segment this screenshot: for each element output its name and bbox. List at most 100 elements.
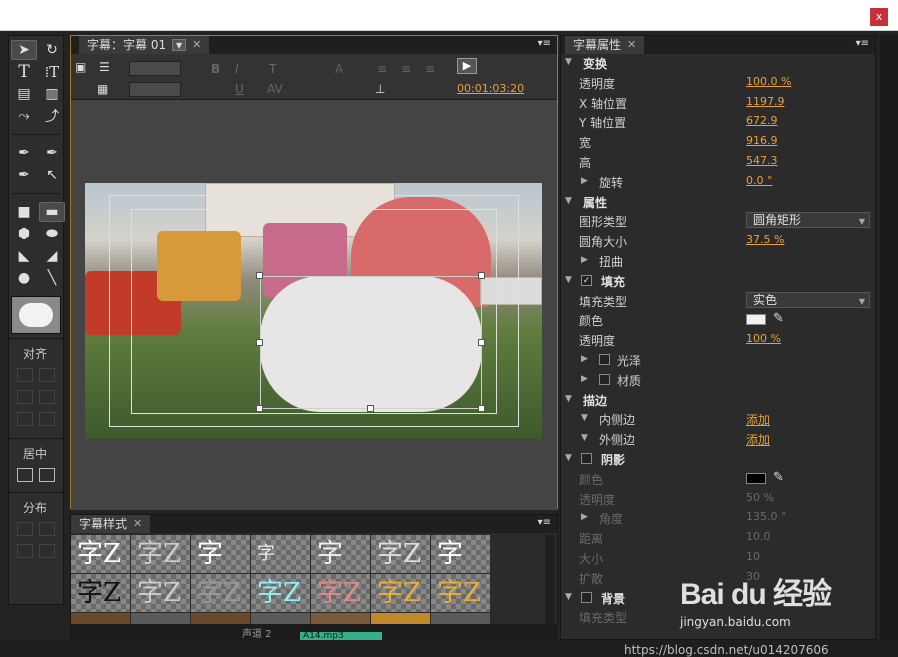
vertical-type-tool-icon[interactable]: ⁞T [39,62,65,82]
vertical-path-type-tool-icon[interactable]: ⤴ [39,106,65,126]
style-swatch[interactable]: 字Z [371,535,430,573]
eyedropper-icon[interactable]: ✎ [773,470,784,485]
distribute-vcenter-icon[interactable] [39,544,55,558]
styles-tab[interactable]: 字幕样式 ✕ [71,515,151,533]
expand-arrow-icon[interactable]: ▼ [565,57,572,67]
resize-handle[interactable] [478,405,485,412]
transform-opacity-value[interactable]: 100.0 % [746,75,791,88]
resize-handle[interactable] [478,272,485,279]
expand-arrow-icon[interactable]: ▼ [565,394,572,404]
distribute-left-icon[interactable] [17,522,33,536]
expand-arrow-icon[interactable]: ▼ [565,196,572,206]
font-size-icon[interactable]: T [269,62,276,76]
add-outer-stroke-link[interactable]: 添加 [746,431,770,448]
bold-icon[interactable]: B [211,62,220,76]
close-tab-icon[interactable]: ✕ [627,36,636,54]
distribute-hcenter-icon[interactable] [17,544,33,558]
transform-header[interactable]: ▼ 变换 [561,53,877,73]
align-right-text-icon[interactable]: ≡ [425,62,435,76]
style-swatch[interactable]: 字Z [311,574,370,612]
shadow-angle-value[interactable]: 135.0 ° [746,510,787,523]
delete-anchor-tool-icon[interactable]: ✒ [39,143,65,163]
line-tool-icon[interactable]: ╲ [39,268,65,288]
props-tab[interactable]: 字幕属性 ✕ [565,36,645,54]
tab-stops-icon[interactable]: ⊥ [375,82,385,96]
expand-arrow-icon[interactable]: ▶ [581,512,588,522]
style-swatch[interactable]: 字Z [371,574,430,612]
audio-clip[interactable]: A14.mp3 [300,632,382,641]
strokes-header[interactable]: ▼ 描边 [561,390,877,410]
convert-anchor-tool-icon[interactable]: ↖ [39,165,65,185]
title-select-dropdown-icon[interactable]: ▼ [172,39,187,51]
eyedropper-icon[interactable]: ✎ [773,311,784,326]
expand-arrow-icon[interactable]: ▼ [565,453,572,463]
fill-header[interactable]: ▼ ✓ 填充 [561,271,877,291]
expand-arrow-icon[interactable]: ▼ [581,433,588,443]
texture-checkbox[interactable] [599,373,610,385]
style-swatch[interactable]: 字 [191,535,250,573]
expand-arrow-icon[interactable]: ▶ [581,354,588,364]
style-swatch[interactable]: 字Z [431,574,490,612]
panel-menu-icon[interactable]: ▾≡ [538,38,551,49]
fill-color-swatch[interactable] [746,314,766,326]
corner-size-value[interactable]: 37.5 % [746,233,784,246]
style-swatch[interactable]: 字Z [131,574,190,612]
expand-arrow-icon[interactable]: ▶ [581,176,588,186]
align-left-text-icon[interactable]: ≡ [377,62,387,76]
wedge-tool-icon[interactable]: ◣ [11,246,37,266]
style-swatch[interactable]: 字Z [71,535,130,573]
area-type-tool-icon[interactable]: ▤ [11,84,37,104]
shadow-color-swatch[interactable] [746,472,766,484]
font-family-select[interactable] [129,61,181,76]
style-swatch[interactable]: 字Z [131,535,190,573]
style-swatch[interactable]: 字Z [191,574,250,612]
selection-tool-icon[interactable]: ➤ [11,40,37,60]
align-center-text-icon[interactable]: ≡ [401,62,411,76]
resize-handle[interactable] [478,339,485,346]
rotation-value[interactable]: 0.0 ° [746,174,773,187]
font-style-select[interactable] [129,82,181,97]
italic-icon[interactable]: I [235,62,239,76]
title-canvas[interactable] [71,100,557,510]
add-inner-stroke-link[interactable]: 添加 [746,411,770,428]
background-checkbox[interactable] [581,591,592,603]
sheen-checkbox[interactable] [599,353,610,365]
align-right-icon[interactable] [17,412,33,426]
align-vcenter-icon[interactable] [39,390,55,404]
expand-arrow-icon[interactable]: ▶ [581,374,588,384]
fill-opacity-value[interactable]: 100 % [746,332,781,345]
y-position-value[interactable]: 672.9 [746,114,778,127]
background-video-timecode[interactable]: 00:01:03:20 [457,82,524,95]
new-title-icon[interactable]: ▣ [75,60,86,74]
properties-header[interactable]: ▼ 属性 [561,192,877,212]
resize-handle[interactable] [256,405,263,412]
shape-type-select[interactable]: 圆角矩形 ▼ [746,212,870,229]
resize-handle[interactable] [367,405,374,412]
style-swatch[interactable]: 字 [311,535,370,573]
style-swatch[interactable]: 字 [431,535,490,573]
shadow-checkbox[interactable] [581,452,592,464]
rotation-tool-icon[interactable]: ↻ [39,40,65,60]
arc-tool-icon[interactable]: ◢ [39,246,65,266]
center-horizontal-icon[interactable] [17,468,33,482]
style-swatch[interactable]: 字Z [71,574,130,612]
shadow-size-value[interactable]: 10 [746,550,760,563]
title-panel-tab[interactable]: 字幕：字幕 01 ▼ ✕ [79,36,210,54]
shadow-opacity-value[interactable]: 50 % [746,491,774,504]
rectangle-tool-icon[interactable]: ■ [11,202,37,222]
type-tool-icon[interactable]: T [11,62,37,82]
center-vertical-icon[interactable] [39,468,55,482]
expand-arrow-icon[interactable]: ▼ [565,592,572,602]
show-background-video-icon[interactable]: ▶ [457,58,477,74]
resize-handle[interactable] [256,272,263,279]
style-swatch[interactable]: 字Z [251,574,310,612]
close-tab-icon[interactable]: ✕ [133,515,142,533]
align-left-icon[interactable] [17,368,33,382]
leading-icon[interactable]: A [335,62,343,76]
fill-type-select[interactable]: 实色 ▼ [746,291,870,308]
rounded-rectangle-tool-icon[interactable]: ▬ [39,202,65,222]
styles-scrollbar[interactable] [545,535,555,635]
height-value[interactable]: 547.3 [746,154,778,167]
rounded-corner-rectangle-tool-icon[interactable]: ⬬ [39,224,65,244]
vertical-area-type-tool-icon[interactable]: ▥ [39,84,65,104]
